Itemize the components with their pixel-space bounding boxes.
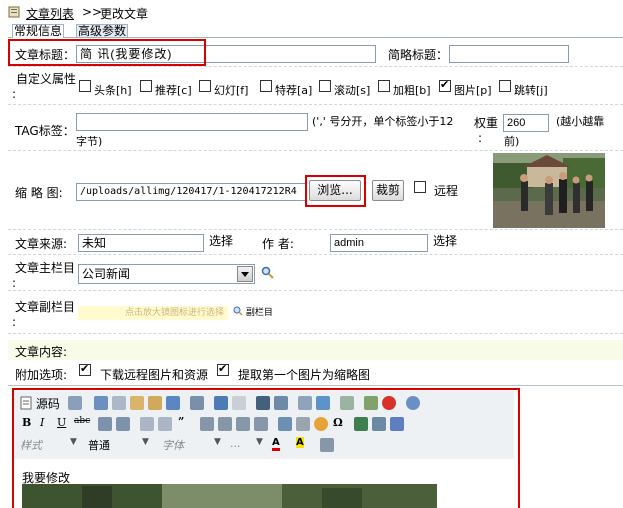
attr-label: 特荐[a] [275,84,313,97]
author-select-label: 选择 [432,234,457,248]
crop-button[interactable]: 裁剪 [372,180,404,201]
tag-hint-line2: 字节) [76,135,103,148]
attr-label: 头条[h] [94,84,132,97]
sub-column-button-label: 副栏目 [245,308,273,318]
attr-checkbox[interactable] [140,80,152,92]
attr-label: 跳转[j] [514,84,548,97]
remote-checkbox[interactable] [414,181,426,193]
download-remote-label: 下载远程图片和资源 [100,368,209,382]
sub-column-label: 文章副栏目 [15,300,76,314]
divider [8,290,623,291]
tab-general-label: 常规信息 [13,24,62,38]
editor-highlight-box [12,388,520,508]
source-select-button[interactable]: 选择 [204,232,238,253]
weight-input[interactable]: 260 [503,114,549,132]
attr-checkbox[interactable] [199,80,211,92]
attr-checkbox[interactable] [499,80,511,92]
author-select-button[interactable]: 选择 [428,232,462,253]
author-input[interactable]: admin [330,234,428,252]
crop-button-label: 裁剪 [375,183,400,197]
title-highlight-box [8,39,206,66]
source-select-label: 选择 [208,234,233,248]
divider [8,104,623,105]
weight-hint-line1: (越小越靠 [556,115,605,128]
short-title-label: 简略标题： [388,48,449,62]
sub-column-hint: 点击放大镜图标进行选择 [124,308,224,318]
thumbnail-preview-image [493,153,605,228]
divider [8,66,623,67]
thumb-path-input[interactable]: /uploads/allimg/120417/1-120417212R4 [76,183,306,201]
sub-column-button[interactable]: 副栏目 [233,306,273,320]
tab-advanced[interactable]: 高级参数 [76,24,128,37]
breadcrumb-icon [8,6,20,18]
thumb-label: 缩 略 图: [15,186,63,200]
divider [8,333,623,334]
breadcrumb-current: 更改文章 [100,7,149,21]
attrs-label: 自定义属性 [16,72,77,86]
short-title-input[interactable] [449,45,569,63]
tab-advanced-label: 高级参数 [77,24,126,38]
attr-checkbox[interactable] [378,80,390,92]
attr-label: 图片[p] [454,84,492,97]
chevron-down-icon[interactable] [237,266,253,282]
weight-label: 权重 [474,116,499,130]
main-column-select[interactable]: 公司新闻 [78,264,255,284]
first-pic-thumb-label: 提取第一个图片为缩略图 [238,368,371,382]
weight-colon: : [478,131,483,145]
content-label: 文章内容: [15,345,68,359]
author-label: 作 者: [262,237,294,251]
divider [8,254,623,255]
attr-checkbox[interactable] [79,80,91,92]
magnifier-icon[interactable] [261,266,275,280]
attr-checkbox[interactable] [260,80,272,92]
tab-general[interactable]: 常规信息 [12,24,64,38]
main-column-value: 公司新闻 [82,267,131,281]
tag-label: TAG标签： [15,124,75,138]
weight-hint-line2: 前) [504,135,520,148]
source-label: 文章来源: [15,237,68,251]
attr-checkbox[interactable] [319,80,331,92]
divider [8,229,623,230]
attr-checkbox[interactable] [439,78,451,92]
download-remote-checkbox[interactable] [79,362,91,376]
main-column-colon: : [12,276,17,290]
attrs-colon: : [12,87,17,101]
magnifier-icon [233,306,243,316]
attr-label: 推荐[c] [155,84,192,97]
tag-hint-line1: (',' 号分开，单个标签小于12 [312,115,454,128]
attr-label: 加粗[b] [393,84,431,97]
divider [8,150,623,151]
sub-column-field[interactable]: 点击放大镜图标进行选择 [78,306,228,320]
tag-input[interactable] [76,113,308,131]
first-pic-thumb-checkbox[interactable] [217,362,229,376]
breadcrumb-link-article-list[interactable]: 文章列表 [26,5,74,22]
attr-label: 滚动[s] [334,84,371,97]
remote-label: 远程 [434,184,459,198]
content-label-row [8,340,623,360]
extra-options-label: 附加选项: [15,368,68,382]
browse-highlight-box [305,175,366,207]
attr-label: 幻灯[f] [214,84,249,97]
source-input[interactable]: 未知 [78,234,204,252]
main-column-label: 文章主栏目 [15,261,76,275]
sub-column-colon: : [12,315,17,329]
